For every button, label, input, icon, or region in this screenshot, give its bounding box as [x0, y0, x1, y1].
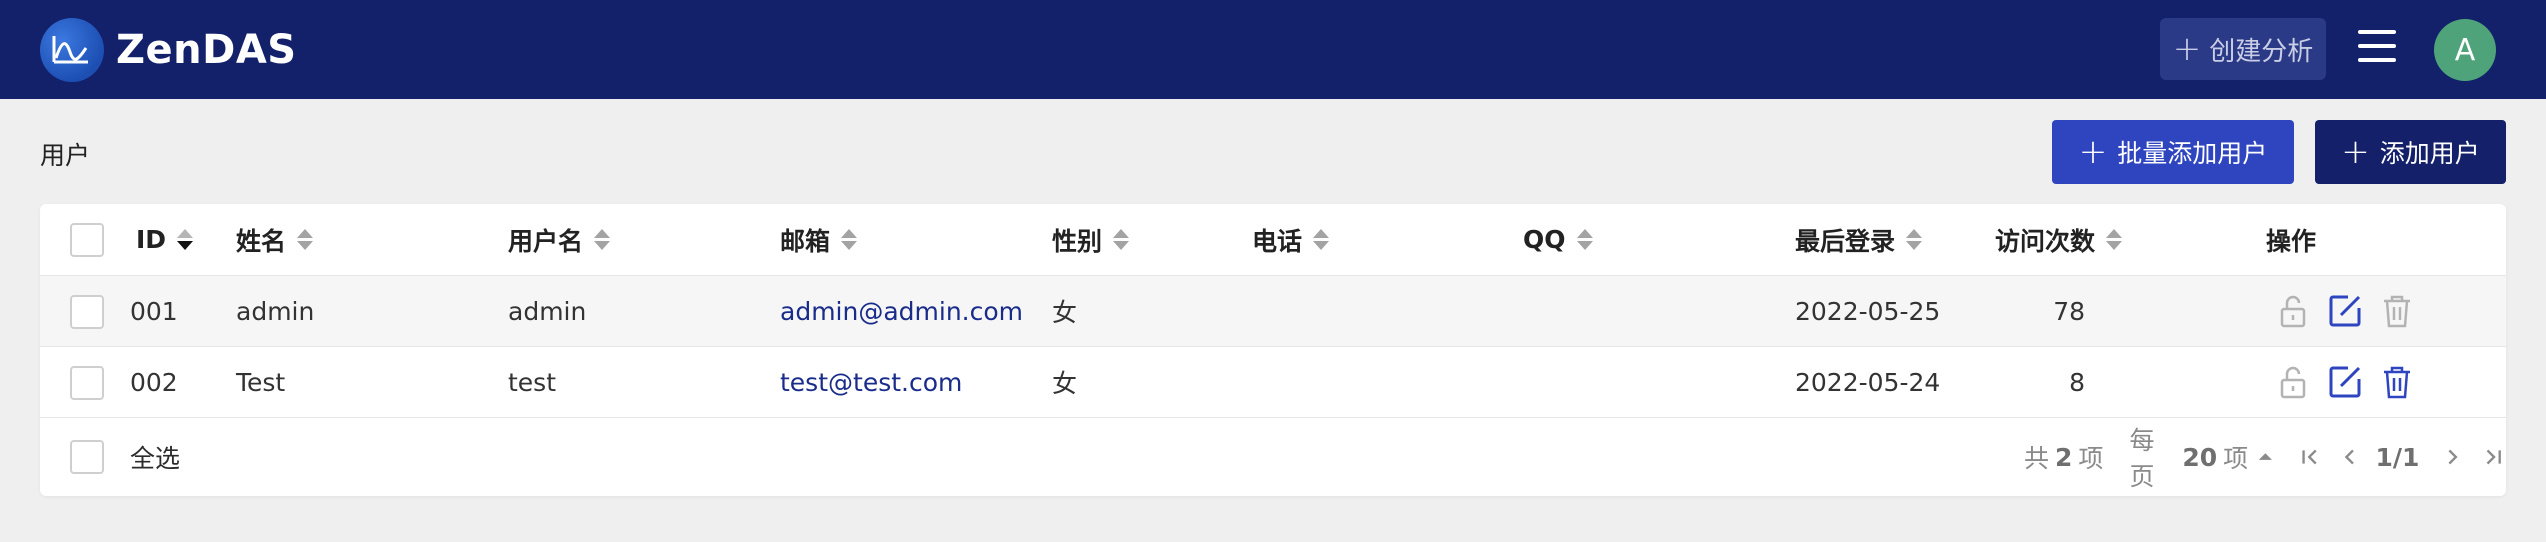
column-header-visits[interactable]: 访问次数	[1995, 204, 2123, 275]
header-select-checkbox[interactable]	[70, 223, 104, 257]
total-count: 2	[2055, 442, 2073, 472]
cell-username: admin	[508, 296, 587, 326]
total-suffix: 项	[2078, 444, 2104, 473]
cell-last-login: 2022-05-24	[1795, 367, 1941, 397]
zendas-logo-icon[interactable]	[40, 18, 104, 82]
table-row[interactable]: 001 admin admin admin@admin.com 女 2022-0…	[40, 276, 2506, 347]
per-page-suffix: 项	[2223, 444, 2249, 473]
column-header-label: 性别	[1052, 226, 1103, 256]
brand-name[interactable]: ZenDAS	[116, 20, 297, 80]
sort-icon[interactable]	[840, 228, 858, 252]
sort-icon[interactable]	[296, 228, 314, 252]
add-user-button[interactable]: + 添加用户	[2315, 120, 2506, 184]
cell-email[interactable]: test@test.com	[780, 347, 962, 417]
column-header-label: 操作	[2266, 226, 2317, 256]
pagination: 共 2 项 每页 20 项 1/1	[2024, 418, 2506, 496]
column-header-label: 访问次数	[1995, 226, 2096, 256]
column-header-name[interactable]: 姓名	[236, 204, 314, 275]
cell-gender: 女	[1052, 298, 1078, 327]
next-page-icon[interactable]	[2439, 443, 2465, 471]
plus-icon: +	[2078, 132, 2108, 172]
sort-icon[interactable]	[593, 228, 611, 252]
column-header-actions: 操作	[2266, 204, 2316, 275]
edit-icon[interactable]	[2326, 363, 2364, 401]
column-header-label: 最后登录	[1795, 226, 1896, 256]
cell-visits: 78	[2053, 296, 2085, 326]
sort-icon[interactable]	[1905, 228, 1923, 252]
table-footer: 全选 共 2 项 每页 20 项 1/1	[40, 418, 2506, 496]
trash-icon[interactable]	[2378, 363, 2416, 401]
cell-visits: 8	[2069, 367, 2085, 397]
page-title: 用户	[40, 141, 91, 170]
previous-page-icon[interactable]	[2337, 443, 2363, 471]
sort-icon[interactable]	[1112, 228, 1130, 252]
batch-add-users-label: 批量添加用户	[2117, 139, 2268, 168]
column-header-gender[interactable]: 性别	[1052, 204, 1130, 275]
column-header-id[interactable]: ID	[136, 204, 194, 275]
per-page-value[interactable]: 20	[2182, 443, 2217, 472]
unlock-icon[interactable]	[2274, 292, 2312, 330]
cell-id: 002	[130, 367, 178, 397]
sort-icon[interactable]	[1576, 228, 1594, 252]
edit-icon[interactable]	[2326, 292, 2364, 330]
column-header-label: QQ	[1523, 225, 1566, 254]
select-all-checkbox[interactable]	[70, 440, 104, 474]
row-actions	[2274, 276, 2416, 346]
cell-name: Test	[236, 367, 286, 397]
cell-last-login: 2022-05-25	[1795, 296, 1941, 326]
sort-icon[interactable]	[2105, 228, 2123, 252]
create-analysis-button[interactable]: + 创建分析	[2160, 18, 2326, 80]
column-header-label: 姓名	[236, 226, 287, 256]
column-header-qq[interactable]: QQ	[1523, 204, 1594, 275]
sort-desc-icon[interactable]	[176, 228, 194, 252]
table-header-row: ID 姓名 用户名 邮箱 性别 电话 QQ 最后登录 访问次数 操作	[40, 204, 2506, 276]
create-analysis-label: 创建分析	[2209, 36, 2314, 67]
table-row[interactable]: 002 Test test test@test.com 女 2022-05-24…	[40, 347, 2506, 418]
top-navbar: ZenDAS + 创建分析 A	[0, 0, 2546, 99]
column-header-label: ID	[136, 225, 167, 254]
first-page-icon[interactable]	[2297, 443, 2323, 471]
row-select-checkbox[interactable]	[70, 295, 104, 329]
row-select-checkbox[interactable]	[70, 366, 104, 400]
unlock-icon[interactable]	[2274, 363, 2312, 401]
add-user-label: 添加用户	[2379, 139, 2480, 168]
plus-icon: +	[2341, 132, 2370, 172]
cell-username: test	[508, 367, 557, 397]
last-page-icon[interactable]	[2480, 443, 2506, 471]
row-actions	[2274, 347, 2416, 417]
column-header-last-login[interactable]: 最后登录	[1795, 204, 1923, 275]
per-page-prefix: 每页	[2129, 426, 2155, 491]
select-all-label[interactable]: 全选	[130, 418, 180, 496]
column-header-username[interactable]: 用户名	[508, 204, 611, 275]
column-header-label: 邮箱	[780, 226, 831, 256]
column-header-label: 电话	[1252, 226, 1303, 256]
batch-add-users-button[interactable]: + 批量添加用户	[2052, 120, 2294, 184]
cell-id: 001	[130, 296, 178, 326]
cell-gender: 女	[1052, 369, 1078, 398]
cell-email[interactable]: admin@admin.com	[780, 276, 1023, 346]
sort-icon[interactable]	[1312, 228, 1330, 252]
plus-icon: +	[2172, 29, 2202, 69]
users-table: ID 姓名 用户名 邮箱 性别 电话 QQ 最后登录 访问次数 操作 001 a…	[40, 204, 2506, 496]
column-header-phone[interactable]: 电话	[1252, 204, 1330, 275]
total-prefix: 共	[2024, 444, 2050, 473]
column-header-label: 用户名	[508, 226, 584, 256]
hamburger-menu-icon[interactable]	[2358, 30, 2396, 66]
user-avatar[interactable]: A	[2434, 19, 2496, 81]
column-header-email[interactable]: 邮箱	[780, 204, 858, 275]
cell-name: admin	[236, 296, 315, 326]
caret-up-icon[interactable]	[2256, 443, 2275, 471]
page-indicator: 1/1	[2375, 442, 2420, 472]
trash-icon[interactable]	[2378, 292, 2416, 330]
